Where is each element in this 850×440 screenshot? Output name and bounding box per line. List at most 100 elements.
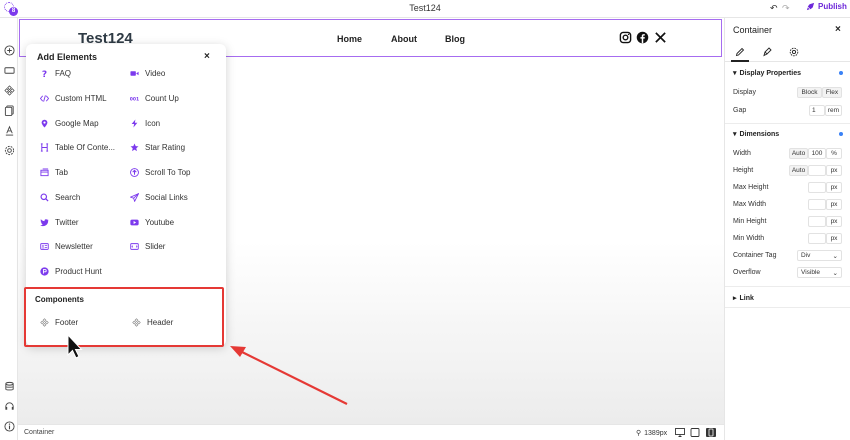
mobile-view-icon[interactable] xyxy=(706,428,716,437)
width-auto-button[interactable]: Auto xyxy=(789,148,808,159)
close-icon[interactable]: × xyxy=(835,24,841,35)
section-divider xyxy=(725,286,850,287)
container-tag-label: Container Tag xyxy=(733,252,777,259)
publish-button[interactable]: Publish xyxy=(806,2,847,11)
element-newsletter[interactable]: Newsletter xyxy=(40,240,93,252)
redo-icon[interactable]: ↷ xyxy=(782,3,790,14)
expand-triangle-icon: ▸ xyxy=(733,295,737,302)
viewport-width-display[interactable]: ⚲ 1389px xyxy=(636,429,667,438)
svg-text:?: ? xyxy=(42,70,47,78)
display-option-block[interactable]: Block xyxy=(797,87,822,98)
components-icon[interactable] xyxy=(3,84,15,96)
max-width-unit-select[interactable]: px xyxy=(826,199,842,210)
info-icon[interactable] xyxy=(3,420,15,432)
tab-edit-pencil-icon[interactable] xyxy=(734,46,746,58)
instagram-icon[interactable] xyxy=(619,31,632,44)
star-icon xyxy=(130,143,139,152)
min-width-input[interactable] xyxy=(808,233,826,244)
height-auto-button[interactable]: Auto xyxy=(789,165,808,176)
element-tab[interactable]: Tab xyxy=(40,166,68,178)
collapse-triangle-icon: ▾ xyxy=(733,131,737,138)
max-width-input[interactable] xyxy=(808,199,826,210)
close-icon[interactable]: × xyxy=(204,51,210,62)
element-count-up[interactable]: 001 Count Up xyxy=(130,92,179,104)
support-icon[interactable] xyxy=(3,400,15,412)
max-height-input[interactable] xyxy=(808,182,826,193)
min-width-unit-select[interactable]: px xyxy=(826,233,842,244)
width-input[interactable]: 100 xyxy=(808,148,826,159)
database-icon[interactable] xyxy=(3,380,15,392)
overflow-select[interactable]: Visible ⌄ xyxy=(797,267,842,278)
container-tag-select[interactable]: Div ⌄ xyxy=(797,250,842,261)
max-height-unit-select[interactable]: px xyxy=(826,182,842,193)
gap-unit-select[interactable]: rem xyxy=(825,105,842,116)
question-icon: ? xyxy=(40,69,49,78)
product-hunt-icon xyxy=(40,266,49,276)
typography-icon[interactable] xyxy=(3,124,15,136)
nav-link-about[interactable]: About xyxy=(391,34,417,44)
width-unit-select[interactable]: % xyxy=(826,148,842,159)
section-dimensions[interactable]: ▾ Dimensions xyxy=(733,130,779,139)
selected-element-breadcrumb[interactable]: Container xyxy=(24,429,54,436)
rocket-icon xyxy=(806,2,815,11)
slider-icon xyxy=(130,242,139,251)
element-social-links[interactable]: Social Links xyxy=(130,191,188,203)
bolt-icon xyxy=(130,118,139,128)
active-tab-indicator xyxy=(731,60,749,62)
element-custom-html[interactable]: Custom HTML xyxy=(40,92,107,104)
annotation-highlight-box xyxy=(24,287,224,347)
display-label: Display xyxy=(733,89,756,96)
element-icon[interactable]: Icon xyxy=(130,117,160,129)
element-slider[interactable]: Slider xyxy=(130,240,165,252)
facebook-icon[interactable] xyxy=(636,31,649,44)
add-icon[interactable] xyxy=(3,44,15,56)
nav-link-blog[interactable]: Blog xyxy=(445,34,465,44)
counter-icon: 001 xyxy=(130,94,139,103)
undo-icon[interactable]: ↶ xyxy=(770,3,778,14)
modified-dot xyxy=(839,71,843,75)
pages-icon[interactable] xyxy=(3,104,15,116)
display-option-flex[interactable]: Flex xyxy=(822,87,842,98)
twitter-icon xyxy=(40,218,49,227)
tablet-view-icon[interactable] xyxy=(690,428,700,437)
element-table-of-contents[interactable]: Table Of Conte... xyxy=(40,141,115,153)
min-height-input[interactable] xyxy=(808,216,826,227)
element-video[interactable]: Video xyxy=(130,67,165,79)
overflow-label: Overflow xyxy=(733,269,761,276)
zoom-icon: ⚲ xyxy=(636,430,642,437)
tab-settings-gear-icon[interactable] xyxy=(788,46,800,58)
section-display-properties[interactable]: ▾ Display Properties xyxy=(733,69,801,78)
settings-icon[interactable] xyxy=(3,144,15,156)
map-pin-icon xyxy=(40,119,49,128)
x-icon[interactable] xyxy=(654,31,667,44)
element-scroll-to-top[interactable]: Scroll To Top xyxy=(130,166,191,178)
section-link[interactable]: ▸ Link xyxy=(733,294,754,303)
section-divider xyxy=(725,123,850,124)
max-height-label: Max Height xyxy=(733,184,769,191)
min-height-unit-select[interactable]: px xyxy=(826,216,842,227)
search-icon xyxy=(40,192,49,202)
element-product-hunt[interactable]: Product Hunt xyxy=(40,265,102,277)
top-bar: 8 Test124 ↶ ↷ Publish xyxy=(0,0,850,18)
element-google-map[interactable]: Google Map xyxy=(40,117,99,129)
element-twitter[interactable]: Twitter xyxy=(40,216,79,228)
newsletter-icon xyxy=(40,242,49,251)
width-label: Width xyxy=(733,150,751,157)
gap-input[interactable]: 1 xyxy=(809,105,825,116)
element-youtube[interactable]: Youtube xyxy=(130,216,174,228)
properties-title: Container xyxy=(733,25,773,35)
height-unit-select[interactable]: px xyxy=(826,165,842,176)
section-divider xyxy=(725,307,850,308)
tab-style-brush-icon[interactable] xyxy=(761,46,773,58)
video-icon xyxy=(130,69,139,78)
nav-link-home[interactable]: Home xyxy=(337,34,362,44)
desktop-view-icon[interactable] xyxy=(675,428,685,437)
site-title: Test124 xyxy=(409,3,441,13)
element-star-rating[interactable]: Star Rating xyxy=(130,141,185,153)
arrow-up-circle-icon xyxy=(130,167,139,177)
element-search[interactable]: Search xyxy=(40,191,80,203)
layout-icon[interactable] xyxy=(3,64,15,76)
youtube-icon xyxy=(130,218,139,227)
height-input[interactable] xyxy=(808,165,826,176)
element-faq[interactable]: ? FAQ xyxy=(40,67,71,79)
